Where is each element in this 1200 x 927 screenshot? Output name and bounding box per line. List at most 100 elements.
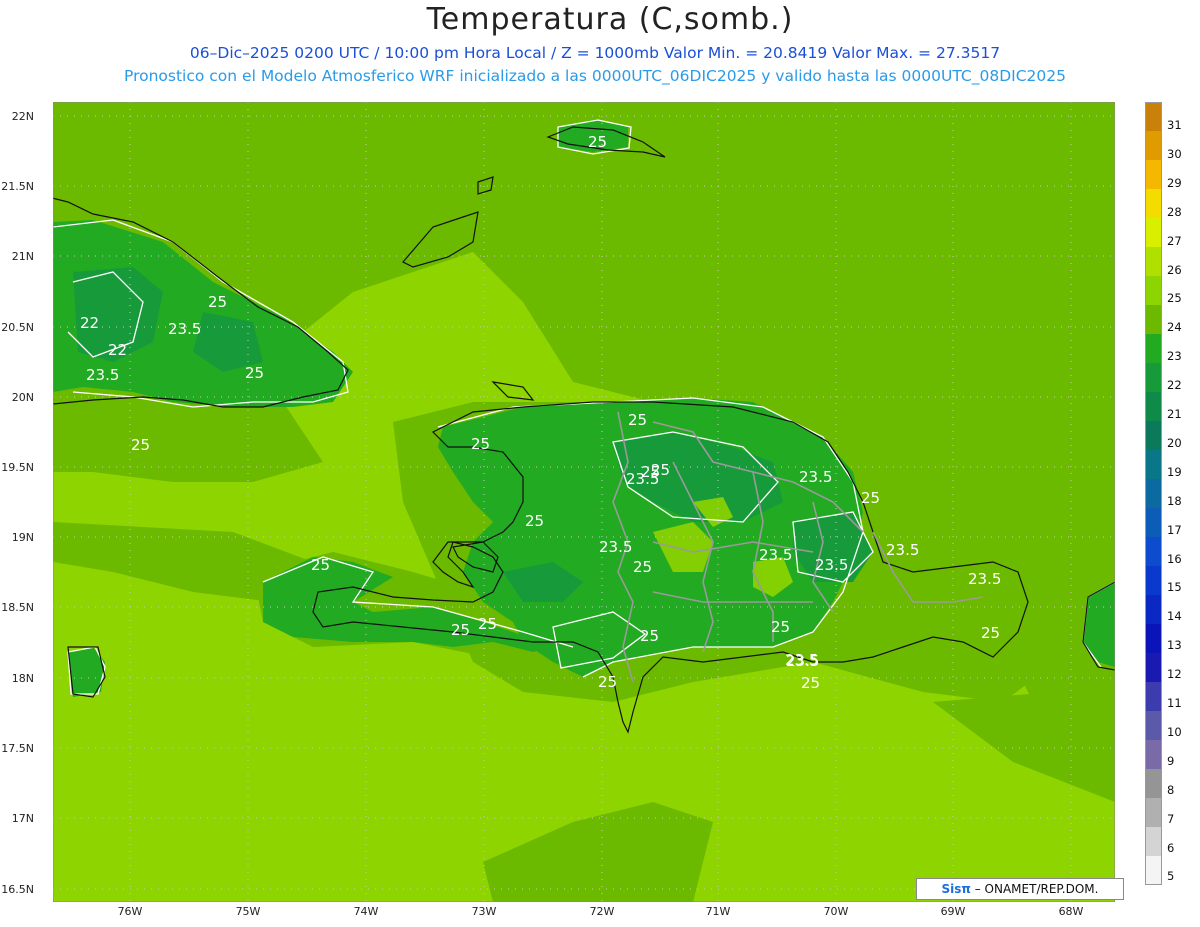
colorbar-swatch xyxy=(1145,827,1162,856)
map-title: Temperatura (C,somb.) xyxy=(426,2,794,37)
colorbar-label: 20 xyxy=(1167,435,1182,450)
colorbar-label: 11 xyxy=(1167,696,1182,710)
lat-label: 18N xyxy=(11,672,34,685)
colorbar-label: 15 xyxy=(1167,580,1182,595)
colorbar-label: 30 xyxy=(1167,146,1182,161)
colorbar-label: 17 xyxy=(1167,522,1182,537)
contour-label: 23.5 xyxy=(886,541,919,559)
contour-label: 25 xyxy=(771,618,790,636)
colorbar-label: 16 xyxy=(1167,551,1182,566)
contour-label: 23.5 xyxy=(968,570,1001,588)
contour-label: 25 xyxy=(628,411,647,429)
colorbar-label: 6 xyxy=(1167,840,1175,855)
colorbar-swatch xyxy=(1145,653,1162,682)
colorbar-label: 5 xyxy=(1167,869,1175,884)
colorbar-label: 23 xyxy=(1167,349,1182,364)
contour-label: 22 xyxy=(108,341,127,359)
contour-label: 25 xyxy=(633,558,652,576)
contour-label: 25 xyxy=(478,615,497,633)
lat-label: 20.5N xyxy=(1,321,34,334)
lat-label: 21N xyxy=(11,250,34,263)
valid-time-subtitle: 06–Dic–2025 0200 UTC / 10:00 pm Hora Loc… xyxy=(189,44,1001,62)
credit-text: – ONAMET/REP.DOM. xyxy=(970,882,1099,896)
lat-label: 16.5N xyxy=(1,883,34,896)
lat-label: 20N xyxy=(11,391,34,404)
contour-label: 23.5 xyxy=(815,556,848,574)
contour-label: 22 xyxy=(80,314,99,332)
colorbar-label: 18 xyxy=(1167,493,1182,508)
contour-label: 25 xyxy=(981,624,1000,642)
lat-label: 22N xyxy=(11,110,34,123)
colorbar-label: 29 xyxy=(1167,175,1182,190)
contour-label: 25 xyxy=(245,364,264,382)
colorbar-swatch xyxy=(1145,189,1162,218)
colorbar-label: 24 xyxy=(1167,320,1182,335)
colorbar-label: 31 xyxy=(1167,118,1182,132)
temperature-colorbar xyxy=(1145,102,1162,885)
colorbar-swatch xyxy=(1145,160,1162,189)
colorbar-swatch xyxy=(1145,798,1162,827)
contour-label: 25 xyxy=(471,435,490,453)
colorbar-swatch xyxy=(1145,102,1162,131)
contour-label: 23.5 xyxy=(168,320,201,338)
colorbar-swatch xyxy=(1145,740,1162,769)
contour-label: 23.5 xyxy=(799,468,832,486)
colorbar-swatch xyxy=(1145,131,1162,160)
lat-label: 19.5N xyxy=(1,461,34,474)
lon-label: 70W xyxy=(823,905,849,918)
contour-label: 25 xyxy=(801,674,820,692)
colorbar-label: 14 xyxy=(1167,609,1182,624)
contour-label: 25 xyxy=(640,627,659,645)
colorbar-swatch xyxy=(1145,711,1162,740)
colorbar-label: 13 xyxy=(1167,638,1182,653)
colorbar-swatch xyxy=(1145,595,1162,624)
colorbar-swatch xyxy=(1145,276,1162,305)
colorbar-label: 8 xyxy=(1167,782,1175,797)
temperature-map: 25 22 23.5 22 23.5 25 25 25 25 25 23.5 2… xyxy=(53,102,1115,902)
colorbar-swatch xyxy=(1145,218,1162,247)
contour-label: 25 xyxy=(525,512,544,530)
contour-label: 25 xyxy=(451,621,470,639)
colorbar-label: 28 xyxy=(1167,204,1182,219)
lat-label: 21.5N xyxy=(1,180,34,193)
colorbar-label: 26 xyxy=(1167,262,1182,277)
colorbar-swatch xyxy=(1145,392,1162,421)
sispi-logo: Sisπ xyxy=(941,882,971,896)
colorbar-swatch xyxy=(1145,508,1162,537)
lon-label: 72W xyxy=(589,905,615,918)
lon-label: 75W xyxy=(235,905,261,918)
colorbar-swatch xyxy=(1145,856,1162,885)
colorbar-swatch xyxy=(1145,421,1162,450)
colorbar-swatch xyxy=(1145,682,1162,711)
contour-label: 25 xyxy=(588,133,607,151)
lon-label: 73W xyxy=(471,905,497,918)
colorbar-swatch xyxy=(1145,247,1162,276)
colorbar-label: 9 xyxy=(1167,753,1175,768)
lat-label: 19N xyxy=(11,531,34,544)
lat-label: 18.5N xyxy=(1,601,34,614)
contour-label: 25 xyxy=(598,673,617,691)
contour-label: 23.5 xyxy=(785,651,818,669)
contour-label: 25 xyxy=(641,463,660,481)
model-info-subtitle: Pronostico con el Modelo Atmosferico WRF… xyxy=(124,67,1066,85)
contour-label: 23.5 xyxy=(759,546,792,564)
colorbar-label: 12 xyxy=(1167,667,1182,682)
lon-label: 76W xyxy=(117,905,143,918)
colorbar-label: 22 xyxy=(1167,378,1182,393)
credit-box: Sisπ – ONAMET/REP.DOM. xyxy=(916,878,1124,900)
colorbar-label: 19 xyxy=(1167,464,1182,479)
colorbar-label: 27 xyxy=(1167,233,1182,248)
colorbar-swatch xyxy=(1145,450,1162,479)
colorbar-swatch xyxy=(1145,305,1162,334)
contour-label: 25 xyxy=(208,293,227,311)
colorbar-label: 7 xyxy=(1167,811,1175,826)
colorbar-swatch xyxy=(1145,566,1162,595)
colorbar-swatch xyxy=(1145,769,1162,798)
colorbar-swatch xyxy=(1145,334,1162,363)
contour-label: 25 xyxy=(131,436,150,454)
contour-label: 25 xyxy=(861,489,880,507)
colorbar-swatch xyxy=(1145,624,1162,653)
lon-label: 69W xyxy=(940,905,966,918)
lon-label: 68W xyxy=(1058,905,1084,918)
contour-label: 25 xyxy=(311,556,330,574)
